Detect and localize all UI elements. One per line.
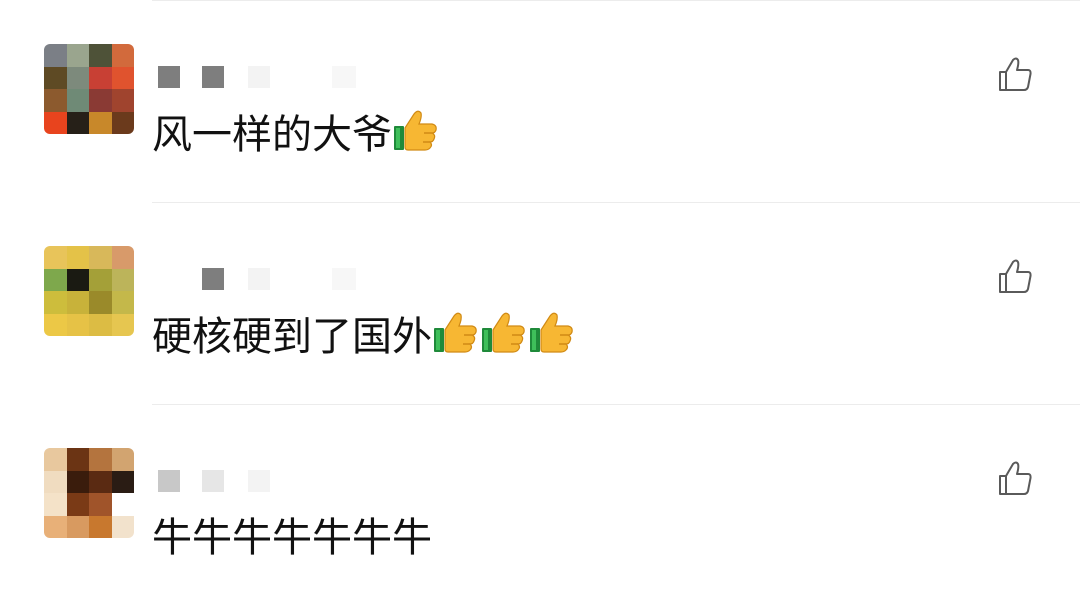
username-block	[332, 66, 356, 88]
thumbs-up-emoji-icon	[434, 312, 477, 353]
thumbs-up-emoji-icon	[530, 312, 573, 353]
comment-item: 牛牛牛牛牛牛牛	[0, 404, 1080, 606]
comment-text: 风一样的大爷	[152, 108, 440, 161]
thumbs-up-icon[interactable]	[996, 56, 1034, 94]
comment-text-content: 风一样的大爷	[152, 112, 392, 158]
comment-item: 风一样的大爷	[0, 0, 1080, 202]
username-block	[248, 470, 270, 492]
comment-text: 牛牛牛牛牛牛牛	[152, 512, 432, 564]
thumbs-up-icon[interactable]	[996, 258, 1034, 296]
username-block	[158, 66, 180, 88]
username-block	[248, 66, 270, 88]
username-block	[158, 268, 180, 290]
username[interactable]	[152, 468, 452, 494]
username-block	[158, 470, 180, 492]
comment-item: 硬核硬到了国外	[0, 202, 1080, 404]
thumbs-up-icon[interactable]	[996, 460, 1034, 498]
username-block	[202, 66, 224, 88]
avatar[interactable]	[44, 44, 134, 134]
username-block	[332, 268, 356, 290]
username-block	[202, 268, 224, 290]
username-block	[202, 470, 224, 492]
username-block	[332, 470, 356, 492]
avatar[interactable]	[44, 448, 134, 538]
username[interactable]	[152, 266, 452, 292]
thumbs-up-emoji-icon	[482, 312, 525, 353]
comment-text-content: 硬核硬到了国外	[152, 314, 432, 360]
username-block	[248, 268, 270, 290]
avatar[interactable]	[44, 246, 134, 336]
comment-text-content: 牛牛牛牛牛牛牛	[152, 515, 432, 561]
username[interactable]	[152, 64, 452, 90]
comment-text: 硬核硬到了国外	[152, 310, 576, 363]
thumbs-up-emoji-icon	[394, 110, 437, 151]
